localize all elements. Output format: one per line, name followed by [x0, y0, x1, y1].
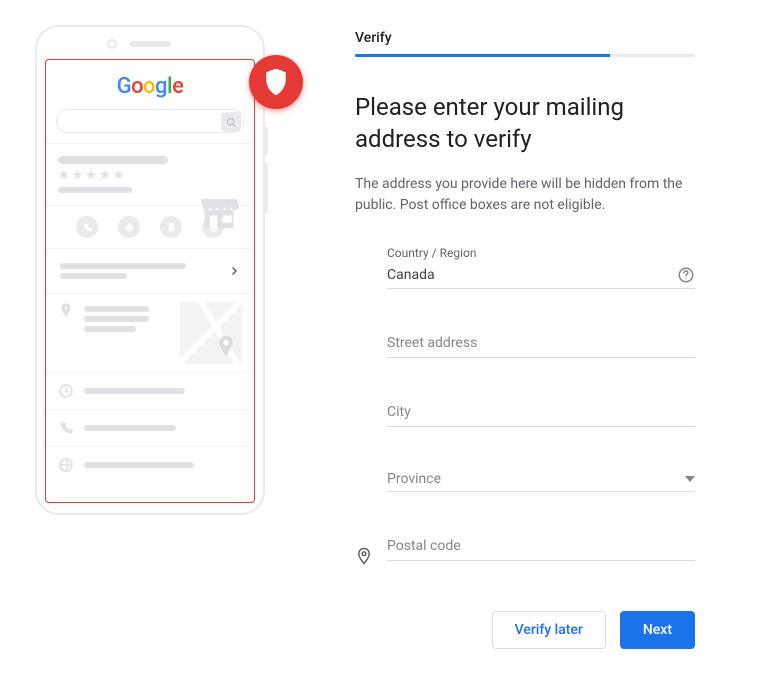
rating-stars-illustration: ★★★★★ — [58, 168, 242, 183]
chevron-down-icon — [685, 476, 695, 482]
help-icon[interactable] — [677, 266, 695, 284]
verify-phone-illustration: Google ★★★★★ — [35, 25, 295, 649]
call-icon — [58, 420, 74, 436]
next-button[interactable]: Next — [620, 611, 695, 649]
page-heading: Please enter your mailing address to ver… — [355, 91, 695, 156]
globe-icon — [58, 457, 74, 473]
location-pin-icon — [355, 547, 373, 565]
verify-later-button[interactable]: Verify later — [492, 611, 606, 649]
location-pin-icon — [58, 302, 74, 318]
province-placeholder: Province — [387, 471, 441, 487]
province-select[interactable]: Province — [387, 467, 695, 492]
google-logo: Google — [46, 60, 254, 109]
page-subtext: The address you provide here will be hid… — [355, 174, 695, 216]
clock-icon — [58, 383, 74, 399]
map-thumbnail-illustration — [180, 302, 242, 364]
step-tab-label: Verify — [355, 30, 695, 54]
street-address-input[interactable] — [387, 329, 695, 358]
country-label: Country / Region — [387, 246, 695, 260]
postal-code-input[interactable] — [387, 532, 695, 561]
search-icon — [221, 112, 241, 132]
progress-bar — [355, 54, 695, 57]
save-icon — [160, 216, 182, 238]
country-field[interactable]: Canada — [387, 262, 695, 289]
country-value: Canada — [387, 267, 435, 283]
phone-icon — [76, 216, 98, 238]
chevron-right-icon — [228, 265, 240, 277]
search-bar-illustration — [56, 109, 244, 133]
alert-shield-badge — [249, 55, 303, 109]
city-input[interactable] — [387, 398, 695, 427]
directions-icon — [118, 216, 140, 238]
storefront-icon — [196, 190, 242, 230]
